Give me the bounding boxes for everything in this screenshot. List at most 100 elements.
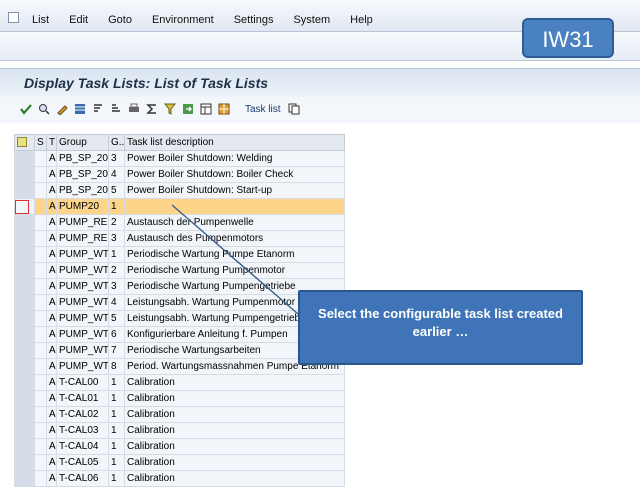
- cell-group-counter[interactable]: 3: [108, 278, 125, 295]
- cell-group[interactable]: PUMP_WT: [56, 342, 109, 359]
- row-selector[interactable]: [14, 246, 35, 263]
- cell-status[interactable]: [34, 422, 47, 439]
- cell-group-counter[interactable]: 1: [108, 246, 125, 263]
- layout-icon[interactable]: [200, 103, 212, 115]
- row-selector[interactable]: [14, 262, 35, 279]
- cell-description[interactable]: Power Boiler Shutdown: Start-up: [124, 182, 345, 199]
- cell-group-counter[interactable]: 1: [108, 406, 125, 423]
- column-header-t[interactable]: T: [46, 134, 57, 151]
- cell-group-counter[interactable]: 1: [108, 470, 125, 487]
- table-row[interactable]: A PUMP_WT 3 Periodische Wartung Pumpengetri…: [14, 278, 345, 295]
- cell-status[interactable]: [34, 230, 47, 247]
- cell-group-counter[interactable]: 3: [108, 150, 125, 167]
- cell-group-counter[interactable]: 1: [108, 454, 125, 471]
- menu-environment[interactable]: Environment: [152, 14, 214, 26]
- cell-description[interactable]: Calibration: [124, 422, 345, 439]
- row-selector[interactable]: [14, 230, 35, 247]
- cell-type[interactable]: A: [46, 214, 57, 231]
- cell-type[interactable]: A: [46, 198, 57, 215]
- column-header-group-counter[interactable]: G...: [108, 134, 125, 151]
- window-menu-icon[interactable]: [8, 12, 19, 23]
- display-grid-icon[interactable]: [74, 103, 86, 115]
- row-selector[interactable]: [14, 310, 35, 327]
- menu-settings[interactable]: Settings: [234, 14, 274, 26]
- cell-description[interactable]: Calibration: [124, 390, 345, 407]
- cell-description[interactable]: Calibration: [124, 374, 345, 391]
- table-row[interactable]: A PUMP_WT 7 Periodische Wartungsarbeiten: [14, 342, 345, 359]
- cell-status[interactable]: [34, 198, 47, 215]
- table-row[interactable]: A T-CAL05 1 Calibration: [14, 454, 345, 471]
- cell-type[interactable]: A: [46, 470, 57, 487]
- cell-type[interactable]: A: [46, 246, 57, 263]
- cell-group-counter[interactable]: 2: [108, 262, 125, 279]
- sort-ascending-icon[interactable]: [92, 103, 104, 115]
- cell-group[interactable]: PB_SP_20: [56, 166, 109, 183]
- cell-type[interactable]: A: [46, 422, 57, 439]
- cell-description[interactable]: Power Boiler Shutdown: Boiler Check: [124, 166, 345, 183]
- table-row[interactable]: APUMP_REP2Austausch der Pumpenwelle: [14, 214, 345, 231]
- cell-status[interactable]: [34, 358, 47, 375]
- table-row[interactable]: A PUMP_WT 6 Konfigurierbare Anleitung f. Pu…: [14, 326, 345, 343]
- cell-group[interactable]: PUMP_REP: [56, 214, 109, 231]
- table-row[interactable]: A PUMP_WT 1 Periodische Wartung Pumpe Etano…: [14, 246, 345, 263]
- cell-status[interactable]: [34, 150, 47, 167]
- cell-status[interactable]: [34, 166, 47, 183]
- table-row[interactable]: A T-CAL03 1 Calibration: [14, 422, 345, 439]
- cell-group-counter[interactable]: 4: [108, 294, 125, 311]
- cell-description[interactable]: Periodische Wartung Pumpe Etanorm: [124, 246, 345, 263]
- cell-group-counter[interactable]: 3: [108, 230, 125, 247]
- column-header-s[interactable]: S: [34, 134, 47, 151]
- export-icon[interactable]: [182, 103, 194, 115]
- table-row[interactable]: A PUMP20 1: [14, 198, 345, 215]
- cell-group[interactable]: T-CAL00: [56, 374, 109, 391]
- cell-status[interactable]: [34, 262, 47, 279]
- cell-group[interactable]: PUMP_WT: [56, 278, 109, 295]
- table-row[interactable]: A T-CAL06 1 Calibration: [14, 470, 345, 487]
- row-selector[interactable]: [14, 166, 35, 183]
- cell-status[interactable]: [34, 278, 47, 295]
- cell-type[interactable]: A: [46, 374, 57, 391]
- cell-type[interactable]: A: [46, 326, 57, 343]
- cell-status[interactable]: [34, 342, 47, 359]
- table-row[interactable]: A PB_SP_20 4 Power Boiler Shutdown: Boiler …: [14, 166, 345, 183]
- cell-type[interactable]: A: [46, 166, 57, 183]
- cell-group[interactable]: PUMP_WT: [56, 358, 109, 375]
- details-magnifier-icon[interactable]: [38, 103, 50, 115]
- cell-group-counter[interactable]: 6: [108, 326, 125, 343]
- table-row[interactable]: A PUMP_WT 5 Leistungsabh. Wartung Pumpenget…: [14, 310, 345, 327]
- cell-group-counter[interactable]: 1: [108, 198, 125, 215]
- menu-list[interactable]: List: [32, 14, 49, 26]
- row-selector[interactable]: [14, 470, 35, 487]
- cell-group-counter[interactable]: 1: [108, 374, 125, 391]
- row-selector[interactable]: [14, 182, 35, 199]
- print-list-icon[interactable]: [128, 103, 140, 115]
- table-row[interactable]: A T-CAL01 1 Calibration: [14, 390, 345, 407]
- cell-description[interactable]: Calibration: [124, 470, 345, 487]
- cell-type[interactable]: A: [46, 438, 57, 455]
- cell-type[interactable]: A: [46, 342, 57, 359]
- cell-status[interactable]: [34, 406, 47, 423]
- totals-icon[interactable]: [146, 103, 158, 115]
- cell-group[interactable]: T-CAL01: [56, 390, 109, 407]
- table-row[interactable]: A T-CAL04 1 Calibration: [14, 438, 345, 455]
- menu-help[interactable]: Help: [350, 14, 373, 26]
- cell-status[interactable]: [34, 374, 47, 391]
- cell-type[interactable]: A: [46, 150, 57, 167]
- row-selector[interactable]: [14, 198, 35, 215]
- cell-group-counter[interactable]: 7: [108, 342, 125, 359]
- cell-status[interactable]: [34, 214, 47, 231]
- cell-type[interactable]: A: [46, 406, 57, 423]
- cell-status[interactable]: [34, 470, 47, 487]
- table-row[interactable]: A PUMP_WT 4 Leistungsabh. Wartung Pumpenmot…: [14, 294, 345, 311]
- cell-group[interactable]: T-CAL04: [56, 438, 109, 455]
- cell-group[interactable]: PUMP_WT: [56, 262, 109, 279]
- cell-description[interactable]: Austausch des Pumpenmotors: [124, 230, 345, 247]
- cell-status[interactable]: [34, 438, 47, 455]
- row-selector[interactable]: [14, 326, 35, 343]
- cell-group-counter[interactable]: 8: [108, 358, 125, 375]
- cell-group[interactable]: PUMP_WT: [56, 326, 109, 343]
- row-selector[interactable]: [14, 358, 35, 375]
- cell-description[interactable]: Calibration: [124, 438, 345, 455]
- cell-type[interactable]: A: [46, 358, 57, 375]
- table-row[interactable]: A PUMP_WT 8 Period. Wartungsmassnahmen Pump…: [14, 358, 345, 375]
